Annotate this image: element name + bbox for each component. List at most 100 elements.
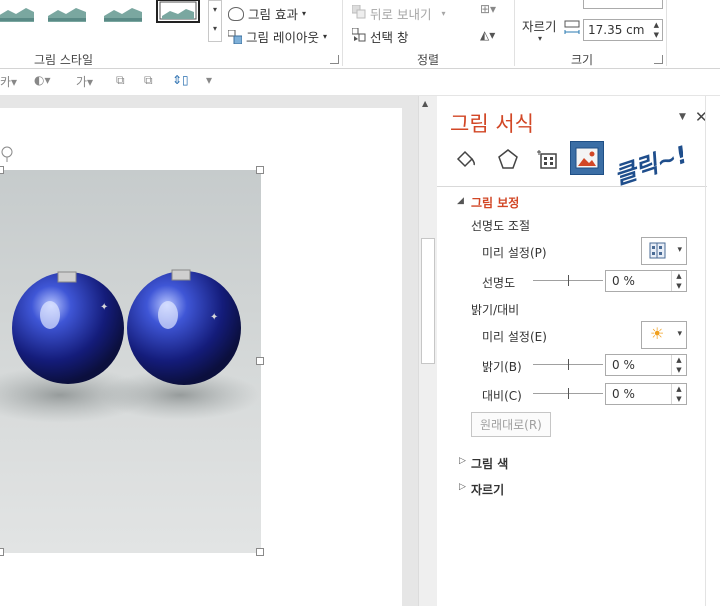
picture-icon [575, 147, 599, 169]
size-properties-icon [537, 150, 557, 169]
sun-icon: ☀ [650, 324, 665, 343]
format-picture-pane: 그림 서식 ▼ ✕ 클릭~! ◢ 그림 보정 선명도 조절 미리 설정(P) ▾… [437, 96, 720, 606]
rotate-handle-icon[interactable] [0, 146, 14, 166]
reset-button[interactable]: 원래대로(R) [471, 412, 551, 437]
section-picture-corrections[interactable]: 그림 보정 [471, 194, 519, 211]
svg-text:✦: ✦ [100, 302, 108, 313]
group-separator [514, 0, 515, 66]
resize-handle[interactable] [0, 548, 4, 556]
brightness-contrast-heading: 밝기/대비 [471, 303, 520, 317]
group-separator [342, 0, 343, 66]
send-backward-icon [351, 4, 366, 22]
contrast-spinner[interactable]: 0 % ▲ ▼ [605, 383, 687, 405]
group-separator [666, 0, 667, 66]
contrast-slider[interactable] [533, 388, 603, 399]
size-group-label: 크기 [571, 53, 594, 67]
text-effect-icon[interactable]: 카▾ [0, 73, 17, 90]
paint-bucket-icon [456, 150, 475, 168]
brightness-slider[interactable] [533, 359, 603, 370]
section-picture-color[interactable]: 그림 색 [471, 455, 508, 472]
picture-effects-button[interactable]: 그림 효과 ▾ [228, 4, 306, 23]
tab-picture[interactable] [570, 141, 604, 175]
expand-triangle-icon[interactable]: ▷ [459, 456, 466, 466]
spinner-arrows-icon[interactable]: ▲ ▼ [671, 355, 686, 375]
rotate-icon[interactable]: ◭▾ [480, 28, 495, 42]
quick-toolbar: 카▾ ◐▾ 가▾ ⧉ ⧉ ⇕▯ ▾ [0, 69, 720, 96]
send-back-icon[interactable]: ⧉ [144, 73, 153, 88]
tab-divider [437, 186, 707, 187]
dropdown-icon: ▾ [322, 32, 327, 41]
section-crop[interactable]: 자르기 [471, 481, 504, 498]
sharpen-preset-icon [649, 242, 666, 259]
selected-picture[interactable]: ✦ ✦ [0, 166, 264, 556]
brightness-label: 밝기(B) [482, 360, 522, 374]
slider-thumb[interactable] [568, 388, 569, 399]
selection-pane-icon [351, 27, 366, 45]
pane-options-icon[interactable]: ▼ [679, 112, 686, 122]
brightness-preset-label: 미리 설정(E) [482, 330, 547, 344]
expand-triangle-icon[interactable]: ▷ [459, 482, 466, 492]
picture-layout-button[interactable]: 그림 레이아웃 ▾ [227, 27, 327, 46]
crop-dropdown-icon[interactable]: ▾ [538, 34, 542, 43]
selection-pane-button[interactable]: 선택 창 [351, 27, 408, 46]
wordart-icon[interactable]: 가▾ [76, 73, 93, 90]
bring-forward-icon[interactable]: ⧉ [116, 73, 125, 88]
align-icon[interactable]: ⊞▾ [480, 2, 496, 16]
tab-fill-line[interactable] [451, 144, 481, 174]
shape-effect-icon[interactable]: ◐▾ [34, 73, 51, 87]
picture-layout-icon [227, 29, 243, 44]
ribbon: ▾ ▾ 그림 효과 ▾ 그림 레이아웃 ▾ 그림 스타일 뒤로 보내기 ▾ 선택 창 … [0, 0, 720, 69]
sharpness-label: 선명도 [482, 276, 516, 290]
crop-button[interactable]: 자르기 [522, 16, 557, 35]
tab-effects[interactable] [493, 144, 523, 174]
resize-handle[interactable] [256, 548, 264, 556]
handwritten-annotation: 클릭~! [610, 140, 692, 191]
resize-handle[interactable] [256, 357, 264, 365]
height-field[interactable] [583, 0, 663, 9]
picture-style-thumb[interactable] [0, 0, 38, 22]
scroll-up-icon[interactable]: ▲ [422, 99, 428, 108]
gallery-down-icon: ▾ [212, 5, 217, 14]
sharpness-spinner[interactable]: 0 % ▲ ▼ [605, 270, 687, 292]
scroll-thumb[interactable] [421, 238, 435, 364]
gallery-scroll[interactable]: ▾ ▾ [208, 0, 222, 42]
sharpen-heading: 선명도 조절 [471, 219, 531, 233]
width-spinner-icon[interactable]: ▲ ▼ [654, 20, 659, 40]
width-icon [564, 19, 582, 41]
slider-thumb[interactable] [568, 275, 569, 286]
align-middle-icon[interactable]: ⇕▯ [172, 73, 189, 87]
pane-right-border [705, 96, 706, 606]
toolbar-more-icon[interactable]: ▾ [206, 73, 212, 87]
svg-text:✦: ✦ [210, 312, 218, 323]
sharpness-slider[interactable] [533, 275, 603, 286]
tab-size-properties[interactable] [533, 144, 563, 174]
collapse-triangle-icon[interactable]: ◢ [457, 196, 464, 206]
dialog-launcher-icon[interactable] [654, 55, 663, 64]
resize-handle[interactable] [256, 166, 264, 174]
sharpen-preset-label: 미리 설정(P) [482, 246, 547, 260]
dialog-launcher-icon[interactable] [330, 55, 339, 64]
picture-style-thumb[interactable] [46, 0, 90, 22]
dropdown-icon: ▾ [301, 9, 306, 18]
contrast-label: 대비(C) [482, 389, 522, 403]
brightness-preset-dropdown[interactable]: ☀ ▾ [641, 321, 687, 349]
slider-thumb[interactable] [568, 359, 569, 370]
send-backward-button[interactable]: 뒤로 보내기 ▾ [351, 4, 446, 23]
spinner-arrows-icon[interactable]: ▲ ▼ [671, 384, 686, 404]
brightness-spinner[interactable]: 0 % ▲ ▼ [605, 354, 687, 376]
tab-pointer [583, 180, 595, 186]
pane-title: 그림 서식 [450, 112, 534, 136]
width-field[interactable]: 17.35 cm ▲ ▼ [583, 19, 663, 41]
picture-effects-icon [228, 6, 244, 21]
vertical-scrollbar[interactable]: ▲ [418, 96, 438, 606]
picture-style-thumb[interactable] [102, 0, 146, 22]
sharpen-preset-dropdown[interactable]: ▾ [641, 237, 687, 265]
resize-handle[interactable] [0, 166, 4, 174]
picture-style-thumb-framed[interactable] [156, 0, 200, 24]
spinner-arrows-icon[interactable]: ▲ ▼ [671, 271, 686, 291]
picture-styles-group-label: 그림 스타일 [34, 53, 94, 67]
arrange-group-label: 정렬 [417, 53, 440, 67]
pentagon-icon [498, 149, 518, 169]
dropdown-icon: ▾ [441, 9, 446, 18]
dropdown-icon: ▾ [677, 329, 682, 339]
